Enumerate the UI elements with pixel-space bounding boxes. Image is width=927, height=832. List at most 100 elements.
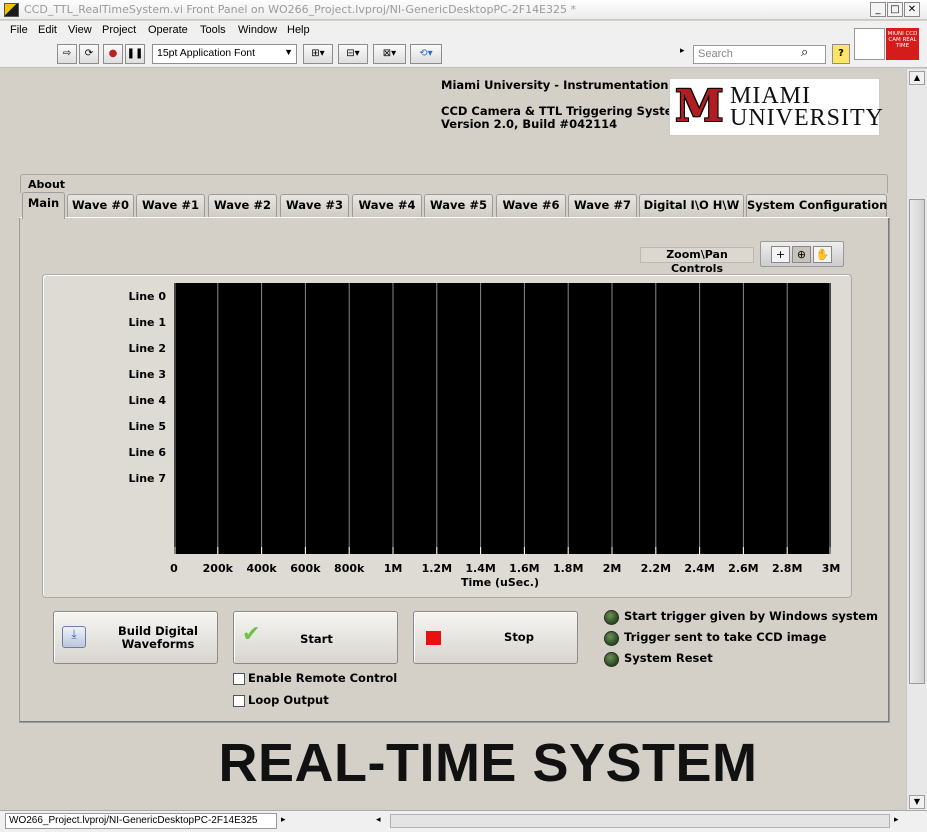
path-expand-icon[interactable]: ▸ [281, 815, 286, 825]
loop-output-checkbox[interactable] [233, 695, 245, 707]
menu-edit[interactable]: Edit [38, 24, 57, 36]
help-icon[interactable]: ? [832, 44, 850, 64]
x-tick-label: 2.6M [728, 562, 759, 575]
menu-bar: File Edit View Project Operate Tools Win… [0, 21, 927, 41]
tab-wave-1[interactable]: Wave #1 [136, 194, 205, 217]
system-reset-led [604, 652, 619, 667]
zoom-pan-label: Zoom\Pan Controls [640, 247, 754, 275]
x-tick-label: 1.4M [465, 562, 496, 575]
search-icon[interactable]: ⌕ [801, 45, 808, 60]
maximize-button[interactable]: □ [887, 2, 903, 17]
x-tick-label: 1.2M [421, 562, 453, 575]
pan-hand-icon[interactable]: ✋ [813, 246, 832, 263]
plot-line-label: Line 7 [128, 472, 166, 485]
reorder-icon[interactable]: ⟲▾ [410, 44, 442, 64]
real-time-system-banner: REAL-TIME SYSTEM [218, 733, 758, 793]
plot-line-label: Line 0 [128, 290, 166, 303]
tab-wave-4[interactable]: Wave #4 [352, 194, 422, 217]
vertical-scrollbar[interactable]: ▲ ▼ [906, 69, 927, 810]
font-select[interactable]: 15pt Application Font ▼ [152, 44, 297, 64]
tab-main[interactable]: Main [22, 192, 65, 219]
window-title: CCD_TTL_RealTimeSystem.vi Front Panel on… [24, 3, 577, 16]
start-button[interactable]: ✔ Start [233, 611, 398, 664]
menu-project[interactable]: Project [102, 24, 136, 36]
scroll-left-icon[interactable]: ◂ [376, 815, 381, 825]
vi-icon: MIUNI CCD CAM REAL TIME [886, 28, 919, 60]
plot-line-label: Line 3 [128, 368, 166, 381]
stop-button-label: Stop [504, 630, 534, 644]
menu-file[interactable]: File [10, 24, 28, 36]
tab-system-configuration[interactable]: System Configuration [746, 194, 887, 217]
search-expand-icon[interactable]: ▸ [680, 46, 690, 62]
scroll-up-icon[interactable]: ▲ [909, 71, 925, 85]
tab-wave-2[interactable]: Wave #2 [208, 194, 277, 217]
scroll-right-icon[interactable]: ▸ [894, 815, 899, 825]
x-tick-label: 2M [602, 562, 622, 575]
pause-icon[interactable]: ❚❚ [125, 44, 145, 64]
labview-app-icon [4, 3, 19, 17]
distribute-objects-icon[interactable]: ⊟▾ [338, 44, 368, 64]
stop-button[interactable]: Stop [413, 611, 578, 664]
tab-digital-io-hw[interactable]: Digital I\O H\W [639, 194, 744, 217]
version-text: Version 2.0, Build #042114 [441, 117, 618, 131]
stop-square-icon [426, 631, 441, 645]
ccd-trigger-led [604, 631, 619, 646]
enable-remote-control-checkbox[interactable] [233, 673, 245, 685]
menu-view[interactable]: View [68, 24, 92, 36]
logo-line2: UNIVERSITY [730, 105, 884, 131]
x-tick-label: 600k [290, 562, 321, 575]
enable-remote-control-label: Enable Remote Control [248, 671, 398, 685]
close-button[interactable]: ✕ [904, 2, 920, 17]
checkmark-icon: ✔ [242, 622, 261, 647]
chevron-down-icon: ▼ [284, 47, 293, 57]
resize-objects-icon[interactable]: ⊠▾ [373, 44, 406, 64]
logo-m-icon: M [675, 81, 724, 132]
logo-line1: MIAMI [730, 83, 811, 109]
run-arrow-icon[interactable]: ⇨ [57, 44, 77, 64]
build-label-line2: Waveforms [121, 637, 195, 651]
loop-output-label: Loop Output [248, 693, 329, 707]
align-objects-icon[interactable]: ⊞▾ [303, 44, 333, 64]
plot-line-label: Line 1 [128, 316, 166, 329]
start-button-label: Start [300, 632, 333, 646]
title-bar: CCD_TTL_RealTimeSystem.vi Front Panel on… [0, 0, 927, 20]
plot-line-label: Line 4 [128, 394, 166, 407]
x-axis-label: Time (uSec.) [461, 576, 539, 589]
plot-line-label: Line 5 [128, 420, 166, 433]
scroll-down-icon[interactable]: ▼ [909, 795, 925, 809]
build-button-label: Build Digital Waveforms [108, 625, 208, 651]
tab-wave-0[interactable]: Wave #0 [67, 194, 134, 217]
tab-wave-7[interactable]: Wave #7 [568, 194, 637, 217]
x-tick-label: 3M [821, 562, 841, 575]
x-tick-label: 1.8M [552, 562, 584, 575]
project-path: WO266_Project.lvproj/NI-GenericDesktopPC… [5, 813, 277, 829]
start-trigger-led [604, 610, 619, 625]
zoom-pan-controls: + ⊕ ✋ [760, 241, 844, 267]
start-trigger-label: Start trigger given by Windows system [624, 609, 879, 623]
tab-wave-3[interactable]: Wave #3 [280, 194, 349, 217]
crosshair-cursor-icon[interactable]: + [771, 246, 790, 263]
logo-text: MIAMI UNIVERSITY [730, 83, 884, 131]
plot-area[interactable] [174, 283, 831, 554]
x-tick-label: 2.8M [771, 562, 803, 575]
tab-about-label: About [28, 178, 66, 191]
menu-help[interactable]: Help [287, 24, 310, 36]
build-waveform-icon: ⤓ [62, 626, 86, 648]
build-digital-waveforms-button[interactable]: ⤓ Build Digital Waveforms [53, 611, 218, 664]
horizontal-scrollbar[interactable] [390, 814, 890, 828]
tab-wave-6[interactable]: Wave #6 [496, 194, 566, 217]
run-continuously-icon[interactable]: ⟳ [79, 44, 99, 64]
zoom-icon[interactable]: ⊕ [792, 246, 811, 263]
x-tick-label: 1.6M [509, 562, 540, 575]
lab-name: Miami University - Instrumentation Lab [441, 78, 696, 92]
tab-wave-5[interactable]: Wave #5 [424, 194, 493, 217]
system-name: CCD Camera & TTL Triggering System [441, 104, 685, 118]
x-tick-label: 0 [170, 562, 178, 575]
menu-window[interactable]: Window [238, 24, 277, 36]
menu-tools[interactable]: Tools [200, 24, 226, 36]
abort-icon[interactable]: ● [103, 44, 123, 64]
tab-about[interactable]: About [20, 174, 888, 193]
vertical-scroll-thumb[interactable] [909, 199, 925, 684]
menu-operate[interactable]: Operate [148, 24, 188, 36]
minimize-button[interactable]: _ [870, 2, 886, 17]
